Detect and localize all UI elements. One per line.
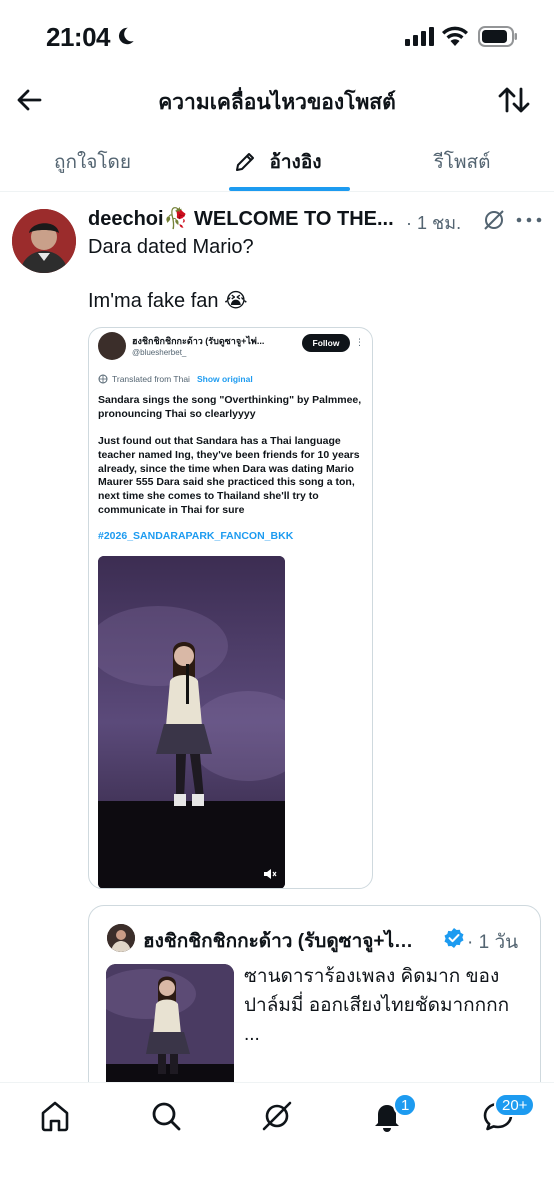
grok-nav-icon[interactable] (260, 1099, 294, 1133)
tab-quotes-label: อ้างอิง (269, 151, 322, 173)
quote-post[interactable]: deechoi🥀 WELCOME TO THE... · 1 ชม. Dara … (0, 192, 554, 1082)
tab-reposts-label: รีโพสต์ (433, 151, 491, 173)
embedded-hashtag: #2026_SANDARAPARK_FANCON_BKK (98, 530, 294, 542)
tab-liked-by[interactable]: ถูกใจโดย (0, 132, 185, 191)
tab-quotes[interactable]: อ้างอิง (185, 132, 370, 191)
embedded-video (98, 556, 285, 888)
show-original-link: Show original (196, 374, 253, 384)
quoted-time: · 1 วัน (467, 932, 519, 953)
status-time: 21:04 (46, 22, 111, 52)
tab-bar: ถูกใจโดย อ้างอิง รีโพสต์ (0, 132, 554, 192)
active-tab-indicator (229, 187, 350, 191)
post-time: · 1 ชม. (406, 213, 462, 233)
wifi-icon (442, 26, 468, 46)
status-bar: 21:04 (0, 0, 554, 70)
attached-image[interactable]: ฮงชิกชิกชิกกะด้าว (รับดูซาจู+ไพ่... @blu… (88, 327, 373, 889)
verified-badge-icon (444, 928, 464, 948)
page-title: ความเคลื่อนไหวของโพสต์ (158, 91, 396, 114)
mute-icon (264, 869, 277, 879)
search-icon[interactable] (149, 1099, 183, 1133)
quoted-text-body: ซานดาราร้องเพลง คิดมาก ของปาล์มมี่ ออกเส… (244, 966, 510, 1016)
embedded-handle: @bluesherbet_ (132, 348, 187, 357)
bottom-nav (0, 1082, 554, 1199)
translated-note: Translated from Thai Show original (98, 374, 253, 384)
moon-icon (118, 27, 134, 45)
quoted-text-ellipsis: ... (244, 1024, 260, 1045)
embedded-avatar (98, 332, 126, 360)
translated-label: Translated from Thai (112, 374, 190, 384)
avatar[interactable] (12, 209, 76, 273)
battery-icon (478, 26, 517, 47)
author-name[interactable]: deechoi🥀 WELCOME TO THE... (88, 206, 394, 231)
embedded-author-name: ฮงชิกชิกชิกกะด้าว (รับดูซาจู+ไพ่... (132, 336, 265, 346)
embedded-follow-button: Follow (302, 334, 350, 352)
app-header: ความเคลื่อนไหวของโพสต์ (0, 72, 554, 132)
embedded-paragraph: Just found out that Sandara has a Thai l… (98, 435, 360, 516)
quoted-avatar (107, 924, 135, 952)
post-text-line: Im'ma fake fan 😭 (88, 290, 248, 312)
quoted-author-name: ฮงชิกชิกชิกกะด้าว (รับดูซาจู+ไพ่... (143, 931, 420, 952)
quoted-media-thumbnail[interactable] (106, 964, 234, 1082)
more-options-icon[interactable] (515, 216, 543, 224)
tab-reposts[interactable]: รีโพสต์ (370, 132, 554, 191)
post-text: Dara dated Mario? Im'ma fake fan 😭 (88, 234, 538, 315)
tab-liked-by-label: ถูกใจโดย (53, 151, 132, 173)
quoted-text: ซานดาราร้องเพลง คิดมาก ของปาล์มมี่ ออกเส… (244, 962, 534, 1049)
embedded-paragraph: Sandara sings the song "Overthinking" by… (98, 394, 362, 420)
home-icon[interactable] (38, 1099, 72, 1133)
signal-icon (405, 27, 434, 46)
back-arrow-icon[interactable] (12, 82, 48, 118)
post-header: deechoi🥀 WELCOME TO THE... · 1 ชม. (88, 206, 548, 234)
embedded-more-icon: ⋮ (355, 337, 364, 347)
grok-icon[interactable] (482, 208, 506, 232)
sort-icon[interactable] (496, 82, 532, 118)
post-text-line: Dara dated Mario? (88, 236, 254, 258)
messages-badge: 20+ (494, 1093, 536, 1117)
embedded-text: Sandara sings the song "Overthinking" by… (98, 394, 366, 517)
translate-icon (98, 374, 108, 384)
pencil-icon (236, 152, 255, 171)
quoted-post[interactable]: ฮงชิกชิกชิกกะด้าว (รับดูซาจู+ไพ่... · 1 … (88, 905, 541, 1082)
